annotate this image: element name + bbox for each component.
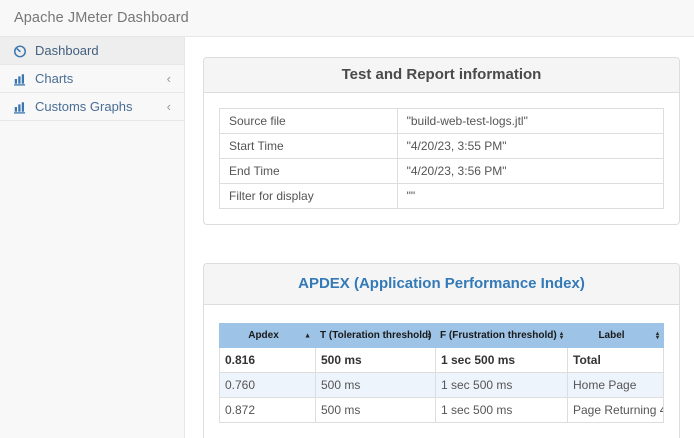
toleration-value: 500 ms <box>316 398 436 423</box>
table-header-row: Apdex ▲ T (Toleration threshold) ▴▾ F (F… <box>220 324 664 348</box>
chevron-left-icon: ‹ <box>167 72 171 85</box>
column-header-apdex[interactable]: Apdex ▲ <box>220 324 316 348</box>
label-value: Page Returning 404 <box>568 398 664 423</box>
column-header-frustration[interactable]: F (Frustration threshold) ▴▾ <box>436 324 568 348</box>
sidebar: Dashboard Charts ‹ Customs Graphs ‹ <box>0 37 185 438</box>
info-label: Filter for display <box>220 184 398 209</box>
apdex-panel-heading: APDEX (Application Performance Index) <box>204 264 679 305</box>
sidebar-item-label: Charts <box>35 71 73 86</box>
sidebar-item-customs-graphs[interactable]: Customs Graphs ‹ <box>0 93 184 121</box>
table-row: Start Time "4/20/23, 3:55 PM" <box>220 134 664 159</box>
app-title: Apache JMeter Dashboard <box>14 10 189 26</box>
info-value: "4/20/23, 3:56 PM" <box>397 159 663 184</box>
table-row: Source file "build-web-test-logs.jtl" <box>220 109 664 134</box>
table-row: 0.872 500 ms 1 sec 500 ms Page Returning… <box>220 398 664 423</box>
frustration-value: 1 sec 500 ms <box>436 373 568 398</box>
apdex-value: 0.872 <box>220 398 316 423</box>
sidebar-item-charts[interactable]: Charts ‹ <box>0 65 184 93</box>
apdex-value: 0.760 <box>220 373 316 398</box>
info-label: Start Time <box>220 134 398 159</box>
column-header-label: Apdex <box>248 330 279 341</box>
test-info-panel-heading: Test and Report information <box>204 58 679 93</box>
test-info-table: Source file "build-web-test-logs.jtl" St… <box>219 108 664 209</box>
apdex-table: Apdex ▲ T (Toleration threshold) ▴▾ F (F… <box>219 323 664 423</box>
label-value: Home Page <box>568 373 664 398</box>
bar-chart-icon <box>13 100 27 114</box>
info-label: End Time <box>220 159 398 184</box>
table-row: Filter for display "" <box>220 184 664 209</box>
apdex-panel-body: Apdex ▲ T (Toleration threshold) ▴▾ F (F… <box>204 305 679 438</box>
info-value: "build-web-test-logs.jtl" <box>397 109 663 134</box>
sidebar-item-dashboard[interactable]: Dashboard <box>0 37 184 65</box>
sort-icon: ▴▾ <box>560 332 563 340</box>
info-value: "" <box>397 184 663 209</box>
frustration-value: 1 sec 500 ms <box>436 398 568 423</box>
sidebar-item-label: Dashboard <box>35 43 99 58</box>
column-header-toleration[interactable]: T (Toleration threshold) ▴▾ <box>316 324 436 348</box>
column-header-label: Label <box>598 330 624 341</box>
apdex-panel-title[interactable]: APDEX (Application Performance Index) <box>298 275 585 292</box>
table-row: 0.760 500 ms 1 sec 500 ms Home Page <box>220 373 664 398</box>
frustration-value: 1 sec 500 ms <box>436 348 568 373</box>
apdex-value: 0.816 <box>220 348 316 373</box>
sort-ascending-icon: ▲ <box>304 332 311 339</box>
column-header-label: F (Frustration threshold) <box>440 330 557 341</box>
table-row-total: 0.816 500 ms 1 sec 500 ms Total <box>220 348 664 373</box>
dashboard-icon <box>13 44 27 58</box>
column-header-label-col[interactable]: Label ▴▾ <box>568 324 664 348</box>
main-content: Test and Report information Source file … <box>185 37 694 438</box>
toleration-value: 500 ms <box>316 348 436 373</box>
sort-icon: ▴▾ <box>428 332 431 340</box>
column-header-label: T (Toleration threshold) <box>320 330 431 341</box>
sort-icon: ▴▾ <box>656 332 659 340</box>
sidebar-item-label: Customs Graphs <box>35 99 133 114</box>
chevron-left-icon: ‹ <box>167 100 171 113</box>
test-info-panel-title: Test and Report information <box>342 66 542 83</box>
bar-chart-icon <box>13 72 27 86</box>
top-navbar: Apache JMeter Dashboard <box>0 0 694 37</box>
test-info-panel: Test and Report information Source file … <box>203 57 680 225</box>
test-info-panel-body: Source file "build-web-test-logs.jtl" St… <box>204 93 679 224</box>
toleration-value: 500 ms <box>316 373 436 398</box>
info-value: "4/20/23, 3:55 PM" <box>397 134 663 159</box>
info-label: Source file <box>220 109 398 134</box>
label-value: Total <box>568 348 664 373</box>
table-row: End Time "4/20/23, 3:56 PM" <box>220 159 664 184</box>
apdex-panel: APDEX (Application Performance Index) Ap… <box>203 263 680 438</box>
